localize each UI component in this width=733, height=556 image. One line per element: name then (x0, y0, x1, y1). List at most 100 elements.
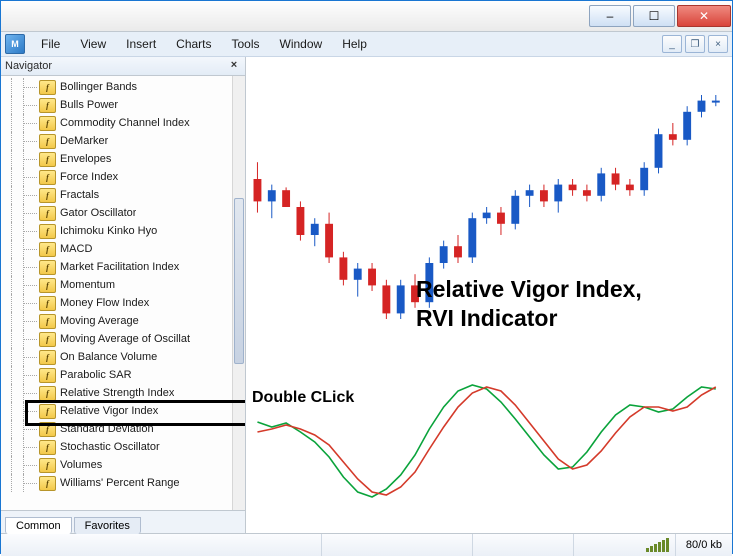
navigator-tree: fBollinger BandsfBulls PowerfCommodity C… (1, 76, 233, 510)
indicator-label: Relative Strength Index (60, 387, 174, 399)
tree-guide (5, 222, 39, 240)
indicator-label: Volumes (60, 459, 102, 471)
close-icon: ✕ (699, 10, 709, 22)
window-titlebar: – ☐ ✕ (1, 1, 732, 32)
app-body: Navigator × fBollinger BandsfBulls Power… (1, 57, 732, 533)
menu-view[interactable]: View (70, 35, 116, 53)
tree-guide (5, 168, 39, 186)
indicator-item[interactable]: f Money Flow Index (5, 294, 233, 312)
indicator-icon: f (39, 458, 56, 473)
tree-guide (5, 384, 39, 402)
indicator-icon: f (39, 260, 56, 275)
tree-guide (5, 186, 39, 204)
mdi-minimize-button[interactable]: _ (662, 35, 682, 53)
indicator-item[interactable]: fMomentum (5, 276, 233, 294)
indicator-icon: f (39, 476, 56, 491)
menu-help[interactable]: Help (332, 35, 377, 53)
indicator-item[interactable]: f Williams' Percent Range (5, 474, 233, 492)
window-maximize-button[interactable]: ☐ (633, 5, 675, 27)
indicator-label: Market Facilitation Index (60, 261, 179, 273)
tree-guide (5, 276, 39, 294)
indicator-item[interactable]: f Moving Average of Oscillat (5, 330, 233, 348)
navigator-close-button[interactable]: × (227, 59, 241, 73)
indicator-label: Moving Average of Oscillat (60, 333, 190, 345)
indicator-label: Force Index (60, 171, 118, 183)
tree-guide (5, 330, 39, 348)
menu-file[interactable]: File (31, 35, 70, 53)
restore-icon: ❐ (691, 39, 700, 50)
indicator-item[interactable]: fEnvelopes (5, 150, 233, 168)
tree-guide (5, 438, 39, 456)
indicator-icon: f (39, 386, 56, 401)
indicator-icon: f (39, 80, 56, 95)
tree-guide (5, 150, 39, 168)
tab-favorites[interactable]: Favorites (74, 517, 141, 534)
indicator-item[interactable]: f Volumes (5, 456, 233, 474)
tree-guide (5, 348, 39, 366)
indicator-item[interactable]: fBollinger Bands (5, 78, 233, 96)
indicator-item[interactable]: fOn Balance Volume (5, 348, 233, 366)
indicator-label: Parabolic SAR (60, 369, 132, 381)
tab-common[interactable]: Common (5, 517, 72, 534)
status-segment (473, 534, 574, 556)
window-minimize-button[interactable]: – (589, 5, 631, 27)
app-icon: M (5, 34, 25, 54)
indicator-icon: f (39, 368, 56, 383)
indicator-item[interactable]: fMoving Average (5, 312, 233, 330)
indicator-item[interactable]: f Relative Strength Index (5, 384, 233, 402)
indicator-label: Gator Oscillator (60, 207, 136, 219)
indicator-item[interactable]: fDeMarker (5, 132, 233, 150)
indicator-icon: f (39, 152, 56, 167)
chart-area[interactable]: Relative Vigor Index, RVI Indicator Doub… (246, 57, 732, 533)
scrollbar-thumb[interactable] (234, 198, 244, 365)
menu-bar: M File View Insert Charts Tools Window H… (1, 32, 732, 57)
status-segment (322, 534, 473, 556)
indicator-item[interactable]: f Relative Vigor Index (5, 402, 233, 420)
indicator-item[interactable]: f Force Index (5, 168, 233, 186)
indicator-label: Stochastic Oscillator (60, 441, 160, 453)
indicator-item[interactable]: f Market Facilitation Index (5, 258, 233, 276)
indicator-label: Money Flow Index (60, 297, 149, 309)
tree-guide (5, 240, 39, 258)
indicator-item[interactable]: fIchimoku Kinko Hyo (5, 222, 233, 240)
status-segment (1, 534, 322, 556)
menu-insert[interactable]: Insert (116, 35, 166, 53)
menu-window[interactable]: Window (270, 35, 333, 53)
indicator-icon: f (39, 206, 56, 221)
menu-charts[interactable]: Charts (166, 35, 221, 53)
indicator-icon: f (39, 134, 56, 149)
navigator-header: Navigator × (1, 57, 245, 76)
indicator-label: Relative Vigor Index (60, 405, 158, 417)
tree-guide (5, 294, 39, 312)
indicator-icon: f (39, 404, 56, 419)
navigator-scrollbar[interactable] (232, 76, 245, 510)
mdi-close-button[interactable]: × (708, 35, 728, 53)
indicator-icon: f (39, 242, 56, 257)
indicator-item[interactable]: fStochastic Oscillator (5, 438, 233, 456)
window-close-button[interactable]: ✕ (677, 5, 731, 27)
indicator-label: Bulls Power (60, 99, 118, 111)
indicator-label: MACD (60, 243, 92, 255)
indicator-item[interactable]: fCommodity Channel Index (5, 114, 233, 132)
indicator-icon: f (39, 170, 56, 185)
menu-tools[interactable]: Tools (222, 35, 270, 53)
indicator-label: Williams' Percent Range (60, 477, 179, 489)
indicator-item[interactable]: f Parabolic SAR (5, 366, 233, 384)
indicator-label: Ichimoku Kinko Hyo (60, 225, 157, 237)
status-bar: 80/0 kb (1, 533, 732, 556)
status-kb: 80/0 kb (675, 534, 732, 556)
indicator-item[interactable]: fBulls Power (5, 96, 233, 114)
mdi-restore-button[interactable]: ❐ (685, 35, 705, 53)
indicator-item[interactable]: fFractals (5, 186, 233, 204)
indicator-item[interactable]: f MACD (5, 240, 233, 258)
tree-guide (5, 258, 39, 276)
indicator-icon: f (39, 296, 56, 311)
indicator-label: Fractals (60, 189, 99, 201)
indicator-item[interactable]: fStandard Deviation (5, 420, 233, 438)
indicator-item[interactable]: f Gator Oscillator (5, 204, 233, 222)
tree-guide (5, 312, 39, 330)
indicator-icon: f (39, 332, 56, 347)
indicator-icon: f (39, 314, 56, 329)
minimize-icon: – (607, 10, 614, 22)
tree-guide (5, 96, 39, 114)
